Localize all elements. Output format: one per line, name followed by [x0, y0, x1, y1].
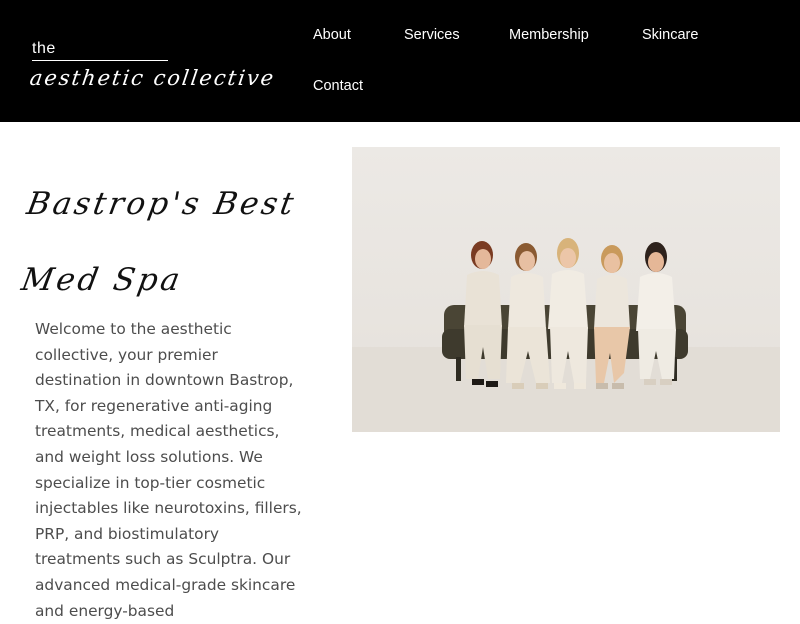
team-photo-illustration [352, 238, 780, 432]
hero-intro-text: Welcome to the aesthetic collective, you… [35, 320, 302, 620]
person-4 [594, 245, 630, 389]
nav-item-about[interactable]: About [313, 27, 351, 43]
site-header: the aesthetic collective About Services … [0, 0, 800, 122]
site-logo[interactable]: the aesthetic collective [28, 36, 277, 106]
logo-script-text: aesthetic collective [28, 66, 277, 90]
hero-heading-line-2: Med Spa [18, 262, 186, 298]
team-photo [352, 147, 780, 432]
logo-the-text: the [32, 40, 56, 57]
nav-item-skincare[interactable]: Skincare [642, 27, 698, 43]
nav-item-membership[interactable]: Membership [509, 27, 589, 43]
nav-item-services[interactable]: Services [404, 27, 460, 43]
hero-heading-line-1: Bastrop's Best [24, 186, 300, 222]
nav-item-contact[interactable]: Contact [313, 78, 363, 94]
logo-underline [32, 60, 168, 61]
hero-heading: Bastrop's Best Med Spa [7, 166, 334, 318]
